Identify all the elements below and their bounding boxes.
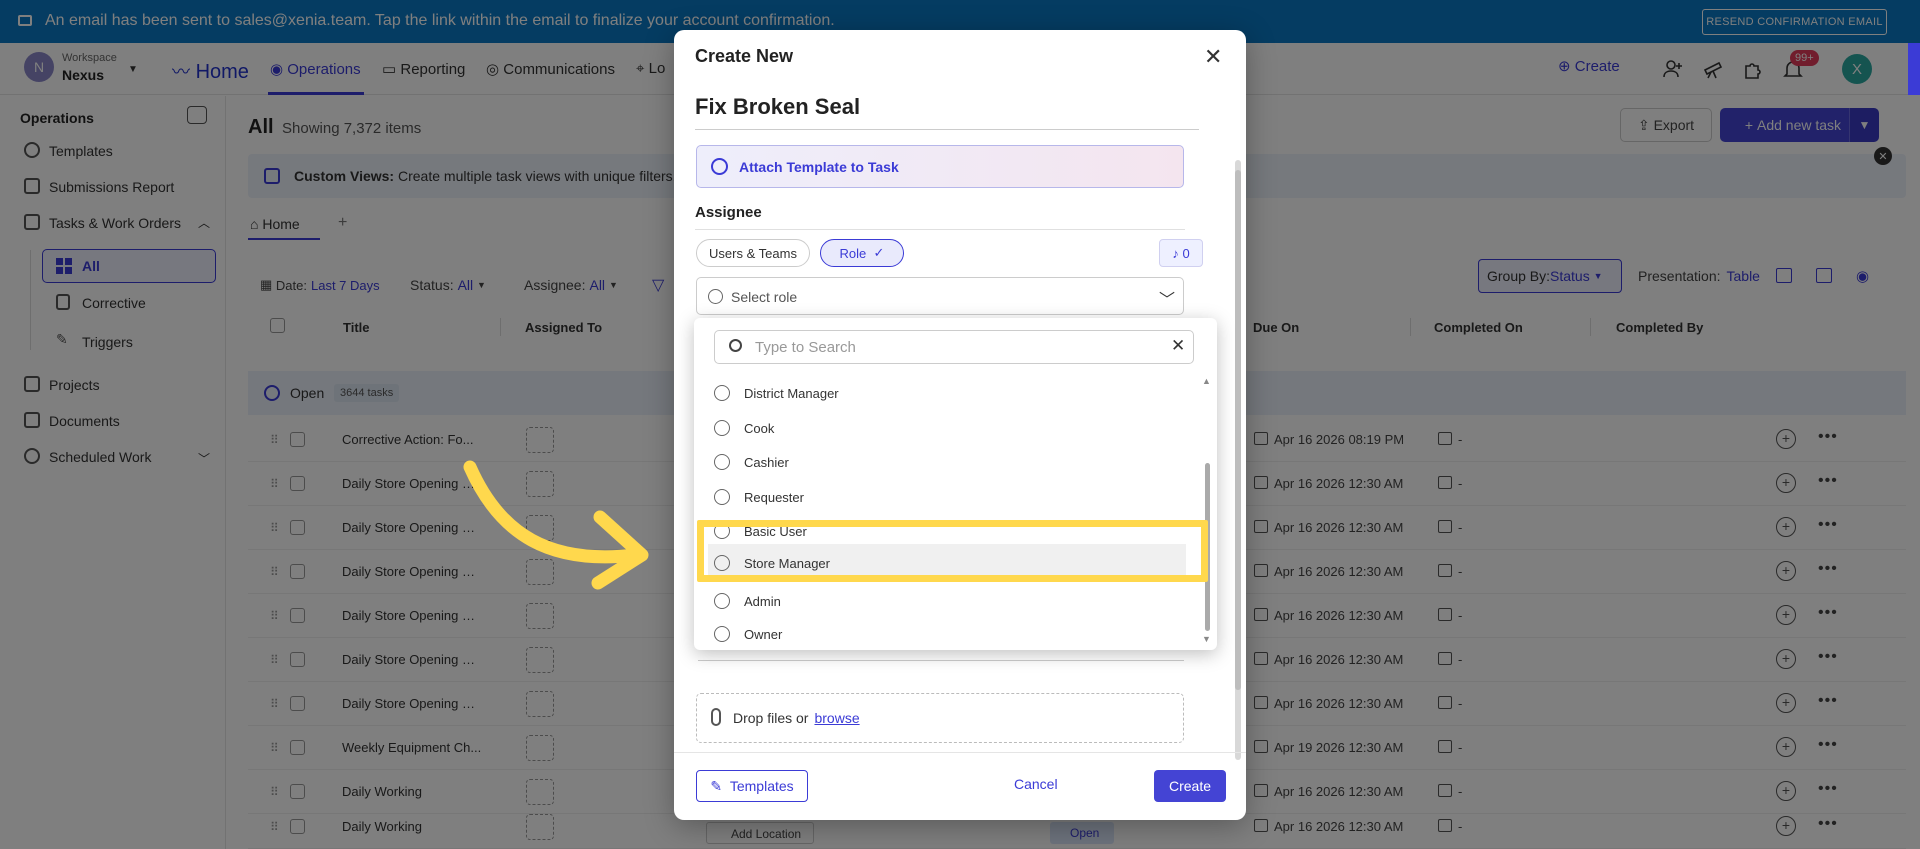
user-circle-icon — [714, 454, 730, 470]
role-search-input[interactable]: Type to Search ✕ — [714, 330, 1194, 364]
check-circle-icon — [711, 158, 728, 175]
task-name-underline — [695, 129, 1199, 130]
modal-scrollbar-thumb[interactable] — [1235, 170, 1241, 690]
create-submit-button[interactable]: Create — [1154, 770, 1226, 802]
role-option[interactable]: Owner — [714, 619, 1174, 649]
user-circle-icon — [714, 626, 730, 642]
templates-button[interactable]: ✎ Templates — [696, 770, 808, 802]
select-role-dropdown[interactable]: Select role ﹀ — [696, 277, 1184, 315]
file-dropzone[interactable]: Drop files or browse — [696, 693, 1184, 743]
role-option-label: Cashier — [744, 455, 789, 470]
cancel-button[interactable]: Cancel — [1014, 776, 1058, 792]
checkmark-icon: ✓ — [873, 245, 885, 260]
role-option-label: Requester — [744, 490, 804, 505]
user-circle-icon — [714, 489, 730, 505]
notify-count: 0 — [1182, 245, 1190, 261]
search-icon — [729, 339, 742, 352]
pencil-icon: ✎ — [710, 777, 723, 794]
user-circle-icon — [708, 289, 723, 304]
clear-search-icon[interactable]: ✕ — [1171, 336, 1185, 356]
pointer-arrow-icon — [463, 460, 649, 590]
modal-title: Create New — [695, 46, 794, 66]
role-option[interactable]: Cashier — [714, 447, 1174, 477]
chevron-down-icon: ﹀ — [1159, 292, 1176, 309]
close-icon[interactable]: ✕ — [1204, 44, 1222, 70]
attach-template-label: Attach Template to Task — [739, 159, 899, 175]
task-name-input[interactable]: Fix Broken Seal — [695, 94, 860, 120]
assignee-divider — [695, 229, 1185, 230]
drop-files-label: Drop files or — [733, 710, 809, 726]
tab-role[interactable]: Role ✓ — [820, 239, 904, 267]
attach-template-button[interactable]: Attach Template to Task — [696, 145, 1184, 188]
role-search-placeholder: Type to Search — [755, 339, 856, 356]
tab-users-teams[interactable]: Users & Teams — [696, 239, 810, 267]
paperclip-icon — [711, 708, 721, 726]
role-option-label: Cook — [744, 421, 775, 436]
user-circle-icon — [714, 420, 730, 436]
select-role-placeholder: Select role — [731, 289, 798, 305]
role-option-label: Owner — [744, 627, 783, 642]
tab-role-label: Role — [839, 245, 867, 261]
assignee-heading: Assignee — [695, 204, 762, 221]
role-option-label: District Manager — [744, 386, 839, 401]
scroll-up-icon[interactable]: ▲ — [1202, 376, 1211, 386]
footer-divider — [674, 752, 1246, 753]
bell-icon: ♪ — [1172, 245, 1179, 261]
field-border — [698, 660, 1184, 661]
browse-link[interactable]: browse — [814, 710, 859, 726]
role-option[interactable]: District Manager — [714, 378, 1174, 408]
user-circle-icon — [714, 593, 730, 609]
role-option-label: Admin — [744, 594, 781, 609]
templates-label: Templates — [729, 778, 794, 794]
role-dropdown-menu: Type to Search ✕ District Manager Cook C… — [694, 318, 1217, 650]
role-option[interactable]: Requester — [714, 482, 1174, 512]
role-option[interactable]: Admin — [714, 586, 1174, 616]
notify-toggle[interactable]: ♪ 0 — [1159, 239, 1203, 267]
highlight-frame — [697, 520, 1208, 582]
scroll-down-icon[interactable]: ▼ — [1202, 634, 1211, 644]
user-circle-icon — [714, 385, 730, 401]
role-option[interactable]: Cook — [714, 413, 1174, 443]
page-scrollbar[interactable] — [1908, 43, 1920, 95]
